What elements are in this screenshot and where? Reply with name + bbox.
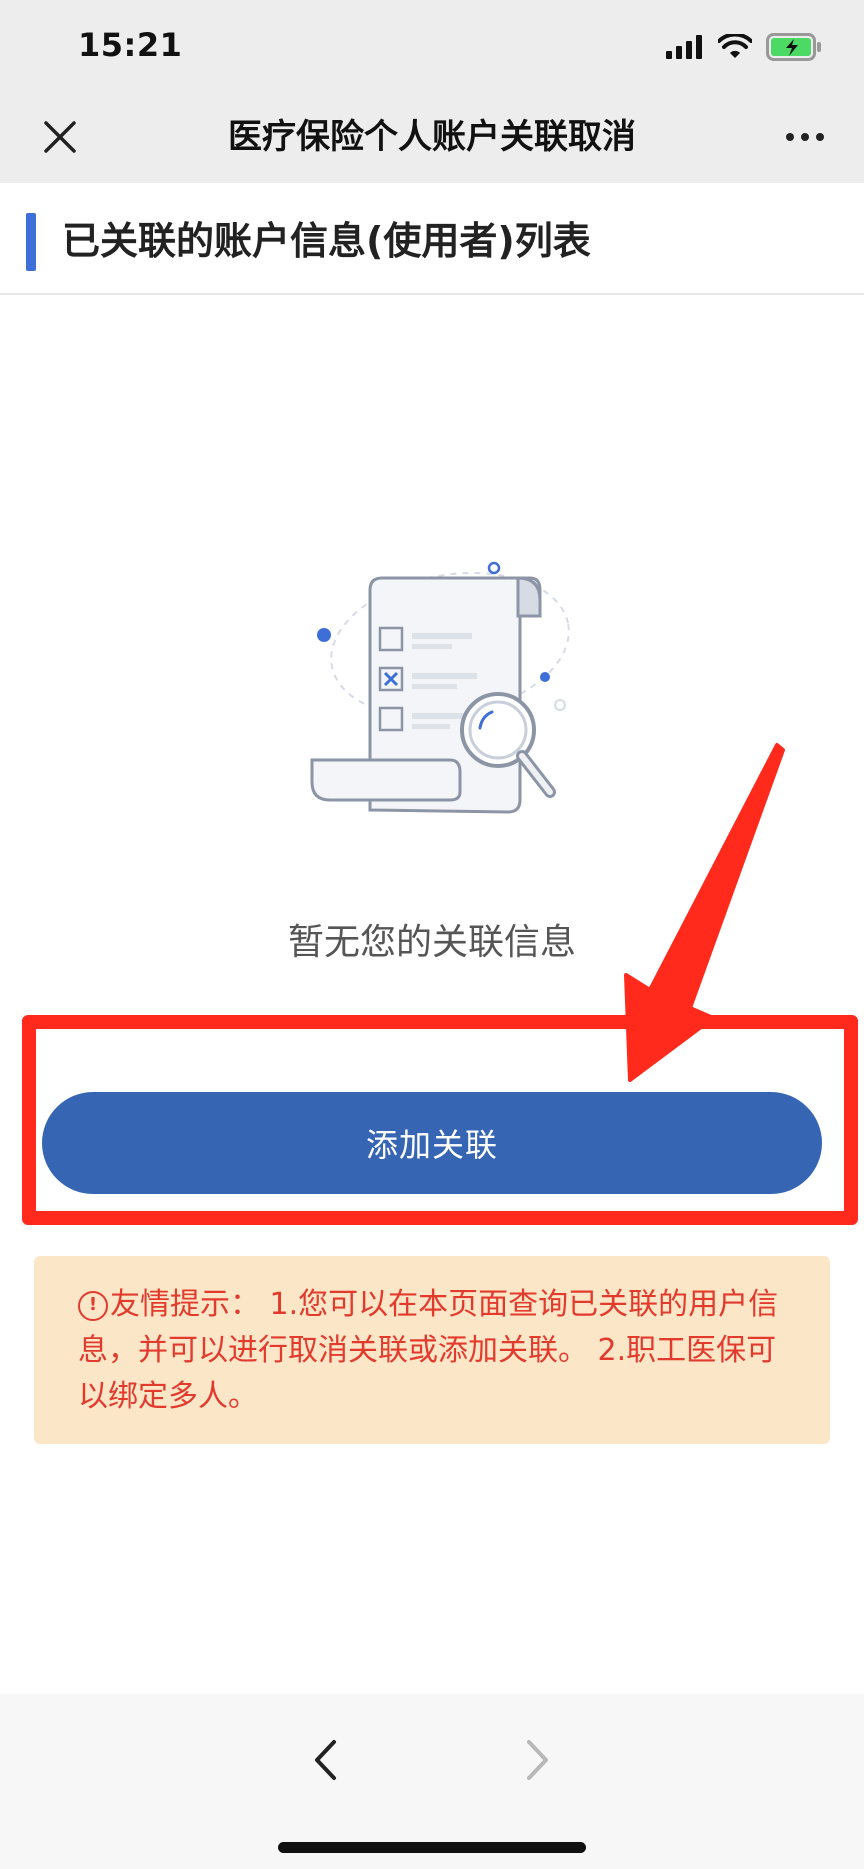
back-button[interactable] <box>305 1730 345 1790</box>
more-button[interactable] <box>780 115 830 159</box>
annotation-arrow-icon <box>624 743 785 1082</box>
wifi-icon <box>718 34 752 58</box>
section-accent-bar <box>26 213 36 271</box>
status-icons <box>666 30 822 64</box>
signal-icon <box>666 35 702 59</box>
chevron-left-icon <box>315 1740 336 1780</box>
bottom-nav-bar <box>0 1694 864 1869</box>
chevron-right-icon <box>527 1740 548 1780</box>
warning-circle-icon: ! <box>78 1291 108 1321</box>
status-bar: 15:21 <box>0 0 864 95</box>
title-bar: 医疗保险个人账户关联取消 <box>0 95 864 183</box>
status-time: 15:21 <box>78 26 183 64</box>
section-header: 已关联的账户信息(使用者)列表 <box>0 183 864 295</box>
tip-box: ! 友情提示： 1.您可以在本页面查询已关联的用户信息，并可以进行取消关联或添加关… <box>34 1256 830 1444</box>
home-indicator <box>278 1842 586 1853</box>
page-title: 医疗保险个人账户关联取消 <box>228 117 636 157</box>
more-icon <box>786 133 824 141</box>
section-title: 已关联的账户信息(使用者)列表 <box>62 219 591 263</box>
tip-text: 友情提示： 1.您可以在本页面查询已关联的用户信息，并可以进行取消关联或添加关联… <box>78 1287 779 1414</box>
empty-list-illustration <box>310 561 570 814</box>
forward-button[interactable] <box>518 1730 558 1790</box>
battery-charging-icon <box>766 33 821 61</box>
